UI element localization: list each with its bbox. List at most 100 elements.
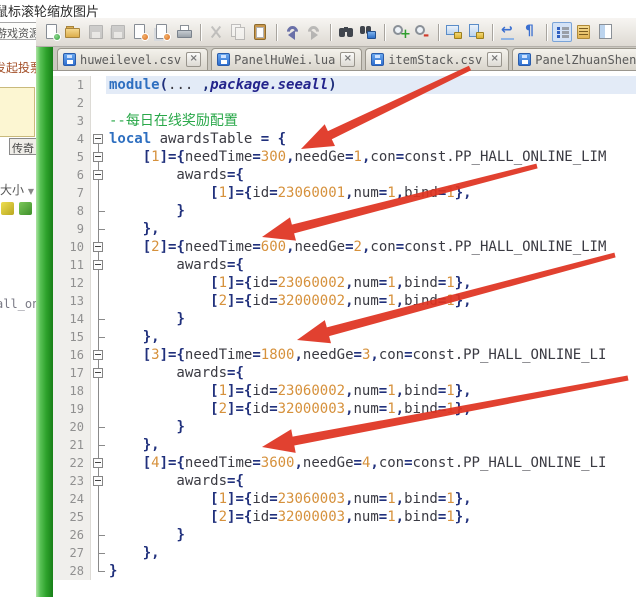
open-file-icon[interactable]: [64, 22, 84, 42]
code-text: [4]={needTime=3600,needGe=4,con=const.PP…: [106, 454, 636, 472]
save-all-icon[interactable]: [108, 22, 128, 42]
fold-margin-mark[interactable]: [91, 454, 106, 472]
code-line-27[interactable]: 27 },: [53, 544, 636, 562]
fold-line: [98, 391, 99, 400]
fold-margin-mark: [91, 76, 106, 94]
code-line-11[interactable]: 11 awards={: [53, 256, 636, 274]
copy-icon[interactable]: [228, 22, 248, 42]
code-line-13[interactable]: 13 [2]={id=32000002,num=1,bind=1},: [53, 292, 636, 310]
fold-margin-mark[interactable]: [91, 526, 106, 544]
code-line-18[interactable]: 18 [1]={id=23060002,num=1,bind=1},: [53, 382, 636, 400]
function-list-icon[interactable]: [574, 22, 594, 42]
code-line-23[interactable]: 23 awards={: [53, 472, 636, 490]
cut-icon[interactable]: [206, 22, 226, 42]
fold-margin-mark[interactable]: [91, 562, 106, 580]
code-line-15[interactable]: 15 },: [53, 328, 636, 346]
toolbar-separator: [546, 24, 548, 41]
fold-margin-mark[interactable]: [91, 310, 106, 328]
line-number: 16: [53, 346, 91, 364]
tab-PanelZhuanSheng.lua[interactable]: PanelZhuanSheng.lua: [512, 48, 636, 70]
fold-margin-mark[interactable]: [91, 148, 106, 166]
fold-margin-mark[interactable]: [91, 508, 106, 526]
code-line-24[interactable]: 24 [1]={id=23060003,num=1,bind=1},: [53, 490, 636, 508]
code-line-28[interactable]: 28}: [53, 562, 636, 580]
fold-margin-mark[interactable]: [91, 490, 106, 508]
save-file-icon[interactable]: [86, 22, 106, 42]
undo-icon[interactable]: [282, 22, 302, 42]
fold-line: [98, 418, 99, 427]
code-line-19[interactable]: 19 [2]={id=32000003,num=1,bind=1},: [53, 400, 636, 418]
fold-line: [98, 571, 105, 572]
fold-margin-mark[interactable]: [91, 184, 106, 202]
code-line-8[interactable]: 8 }: [53, 202, 636, 220]
fold-margin-mark[interactable]: [91, 274, 106, 292]
code-editor[interactable]: 1module(... ,package.seeall)23--每日在线奖励配置…: [53, 71, 636, 597]
zoom-out-icon[interactable]: [412, 22, 432, 42]
close-tab-icon[interactable]: ×: [340, 52, 355, 67]
fold-margin-mark[interactable]: [91, 382, 106, 400]
green-tool-icon[interactable]: [19, 202, 32, 215]
word-wrap-icon[interactable]: [498, 22, 518, 42]
fold-margin-mark[interactable]: [91, 202, 106, 220]
code-line-9[interactable]: 9 },: [53, 220, 636, 238]
code-line-10[interactable]: 10 [2]={needTime=600,needGe=2,con=const.…: [53, 238, 636, 256]
code-line-1[interactable]: 1module(... ,package.seeall): [53, 76, 636, 94]
fold-margin-mark[interactable]: [91, 364, 106, 382]
code-line-17[interactable]: 17 awards={: [53, 364, 636, 382]
code-line-25[interactable]: 25 [2]={id=32000003,num=1,bind=1},: [53, 508, 636, 526]
tab-itemStack.csv[interactable]: itemStack.csv×: [365, 48, 509, 70]
fold-margin-mark[interactable]: [91, 418, 106, 436]
close-tab-icon[interactable]: ×: [186, 52, 201, 67]
indent-guide-icon[interactable]: [552, 22, 572, 42]
zoom-in-icon[interactable]: [390, 22, 410, 42]
fold-margin-mark[interactable]: [91, 544, 106, 562]
code-line-6[interactable]: 6 awards={: [53, 166, 636, 184]
code-line-21[interactable]: 21 },: [53, 436, 636, 454]
fold-margin-mark[interactable]: [91, 220, 106, 238]
close-all-icon[interactable]: [152, 22, 172, 42]
code-line-4[interactable]: 4local awardsTable = {: [53, 130, 636, 148]
size-dropdown[interactable]: 大小 ▼: [0, 181, 34, 198]
legend-button[interactable]: 传奇: [9, 138, 36, 155]
code-line-16[interactable]: 16 [3]={needTime=1800,needGe=3,con=const…: [53, 346, 636, 364]
pencil-icon[interactable]: [1, 202, 14, 215]
paste-icon[interactable]: [250, 22, 270, 42]
tab-PanelHuWei.lua[interactable]: PanelHuWei.lua×: [211, 48, 362, 70]
code-line-12[interactable]: 12 [1]={id=23060002,num=1,bind=1},: [53, 274, 636, 292]
fold-margin-mark[interactable]: [91, 256, 106, 274]
fold-margin-mark[interactable]: [91, 166, 106, 184]
tab-huweilevel.csv[interactable]: huweilevel.csv×: [57, 48, 208, 70]
code-text: [1]={needTime=300,needGe=1,con=const.PP_…: [106, 148, 636, 166]
redo-icon[interactable]: [304, 22, 324, 42]
find-icon[interactable]: [336, 22, 356, 42]
code-line-3[interactable]: 3--每日在线奖励配置: [53, 112, 636, 130]
sync-vertical-scroll-icon[interactable]: [444, 22, 464, 42]
document-map-icon[interactable]: [596, 22, 616, 42]
print-icon[interactable]: [174, 22, 194, 42]
fold-margin-mark[interactable]: [91, 292, 106, 310]
fold-margin-mark[interactable]: [91, 472, 106, 490]
close-file-icon[interactable]: [130, 22, 150, 42]
sync-horizontal-scroll-icon[interactable]: [466, 22, 486, 42]
fold-margin-mark[interactable]: [91, 328, 106, 346]
new-file-icon[interactable]: [42, 22, 62, 42]
code-line-26[interactable]: 26 }: [53, 526, 636, 544]
code-line-22[interactable]: 22 [4]={needTime=3600,needGe=4,con=const…: [53, 454, 636, 472]
code-line-2[interactable]: 2: [53, 94, 636, 112]
replace-icon[interactable]: [358, 22, 378, 42]
saved-file-icon: [371, 53, 384, 66]
fold-margin-mark[interactable]: [91, 436, 106, 454]
code-line-7[interactable]: 7 [1]={id=23060001,num=1,bind=1},: [53, 184, 636, 202]
code-line-5[interactable]: 5 [1]={needTime=300,needGe=1,con=const.P…: [53, 148, 636, 166]
code-line-14[interactable]: 14 }: [53, 310, 636, 328]
partial-filename-text: all_onl: [0, 297, 36, 311]
code-line-20[interactable]: 20 }: [53, 418, 636, 436]
fold-margin-mark[interactable]: [91, 130, 106, 148]
fold-margin-mark[interactable]: [91, 400, 106, 418]
fold-margin-mark[interactable]: [91, 346, 106, 364]
close-tab-icon[interactable]: ×: [487, 52, 502, 67]
fold-box-icon: [93, 170, 103, 180]
fold-line: [98, 337, 99, 346]
show-all-characters-icon[interactable]: [520, 22, 540, 42]
fold-margin-mark[interactable]: [91, 238, 106, 256]
